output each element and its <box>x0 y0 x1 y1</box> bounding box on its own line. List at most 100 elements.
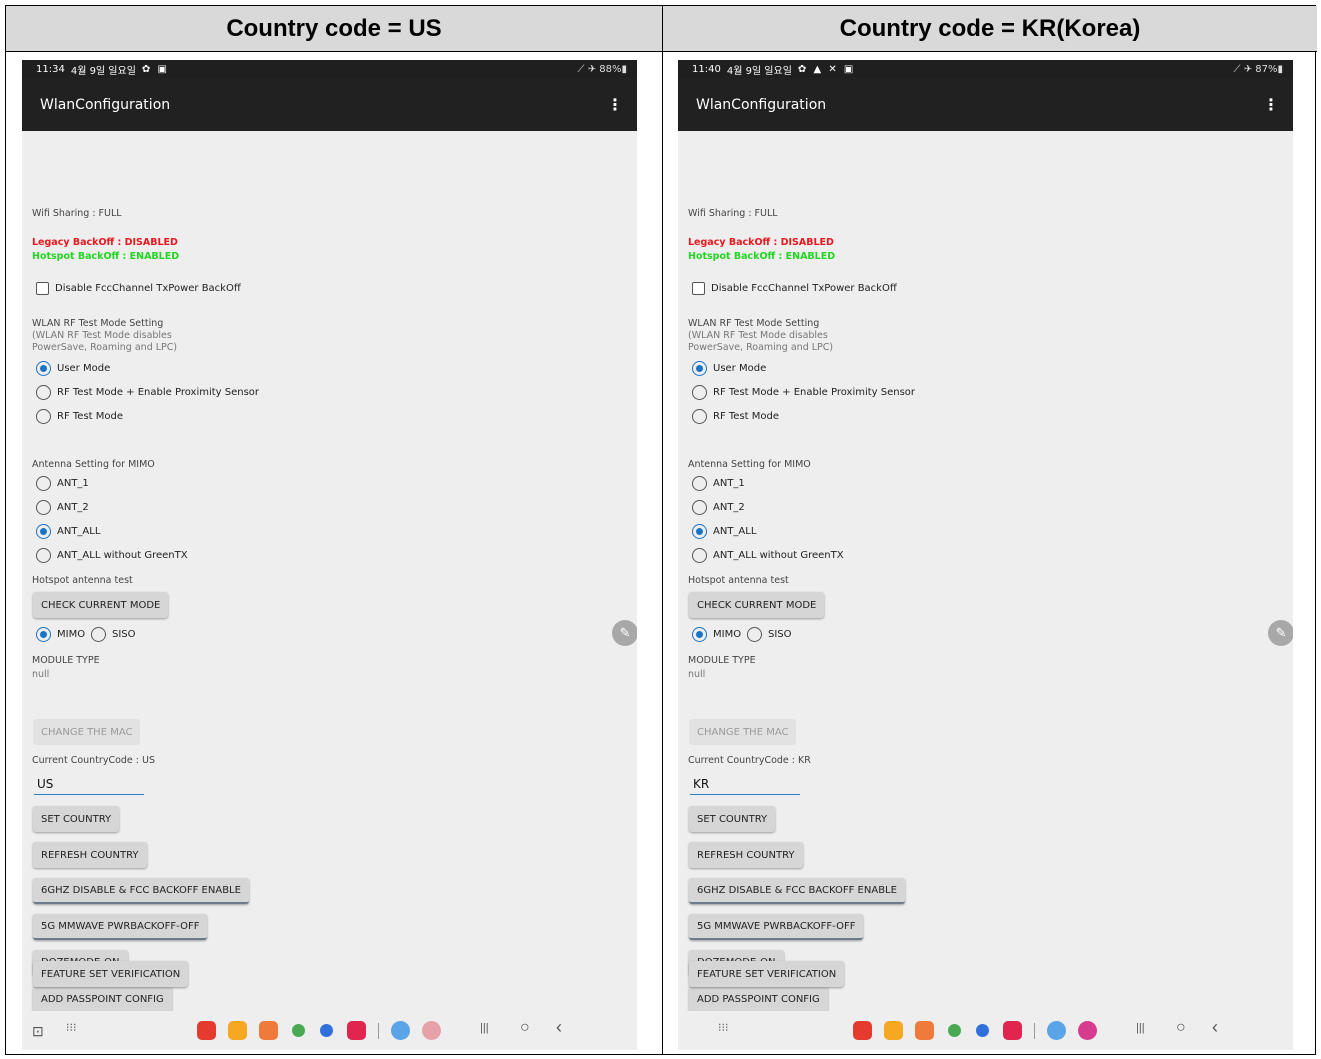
antenna-option-radio[interactable] <box>36 548 51 563</box>
antenna-option-label: ANT_ALL without GreenTX <box>713 550 844 561</box>
rf-option-0[interactable]: User Mode <box>692 361 766 376</box>
rf-option-0[interactable]: User Mode <box>36 361 110 376</box>
six-ghz-disable-button[interactable]: 6GHZ DISABLE & FCC BACKOFF ENABLE <box>33 878 249 904</box>
set-country-button[interactable]: SET COUNTRY <box>689 806 776 832</box>
chrome-icon[interactable] <box>292 1024 305 1037</box>
set-country-button[interactable]: SET COUNTRY <box>33 806 120 832</box>
rf-option-radio[interactable] <box>36 361 51 376</box>
app-icon-recent-1[interactable] <box>1047 1021 1066 1040</box>
refresh-country-button[interactable]: REFRESH COUNTRY <box>689 842 803 868</box>
disable-fcc-checkbox[interactable] <box>692 282 705 295</box>
antenna-option-2[interactable]: ANT_ALL <box>36 524 100 539</box>
siso-radio[interactable] <box>91 627 106 642</box>
antenna-option-radio[interactable] <box>692 500 707 515</box>
apps-grid-icon[interactable]: ⁝⁝⁝ <box>718 1021 729 1034</box>
antenna-option-2[interactable]: ANT_ALL <box>692 524 756 539</box>
mimo-radio[interactable] <box>692 627 707 642</box>
app-icon-contacts[interactable] <box>915 1021 934 1040</box>
country-code-input[interactable]: US <box>34 773 144 795</box>
status-time: 11:34 <box>36 63 65 75</box>
mimo-radio[interactable] <box>36 627 51 642</box>
refresh-country-button[interactable]: REFRESH COUNTRY <box>33 842 147 868</box>
app-icon-recent-2[interactable] <box>1078 1021 1097 1040</box>
antenna-option-radio[interactable] <box>36 524 51 539</box>
antenna-option-radio[interactable] <box>692 548 707 563</box>
mimo-option[interactable]: MIMO <box>692 627 741 642</box>
rf-option-1[interactable]: RF Test Mode + Enable Proximity Sensor <box>36 385 259 400</box>
antenna-option-0[interactable]: ANT_1 <box>36 476 89 491</box>
overflow-menu-icon[interactable]: ⋮ <box>1263 95 1279 114</box>
add-passpoint-button[interactable]: ADD PASSPOINT CONFIG <box>689 986 828 1012</box>
country-code-input[interactable]: KR <box>690 773 800 795</box>
rf-option-radio[interactable] <box>692 361 707 376</box>
rf-option-radio[interactable] <box>692 385 707 400</box>
app-icon-camera[interactable] <box>1003 1021 1022 1040</box>
status-date: 4월 9일 일요일 <box>726 65 792 77</box>
antenna-option-0[interactable]: ANT_1 <box>692 476 745 491</box>
app-icon-red[interactable] <box>197 1021 216 1040</box>
mmwave-backoff-button[interactable]: 5G MMWAVE PWRBACKOFF-OFF <box>689 914 864 940</box>
disable-fcc-checkbox-row[interactable]: Disable FccChannel TxPower BackOff <box>36 282 241 295</box>
rf-option-2[interactable]: RF Test Mode <box>36 409 123 424</box>
app-icon-folder[interactable] <box>228 1021 247 1040</box>
edit-icon[interactable]: ✎ <box>612 620 637 646</box>
rf-option-2[interactable]: RF Test Mode <box>692 409 779 424</box>
antenna-option-radio[interactable] <box>692 524 707 539</box>
app-icon-camera[interactable] <box>347 1021 366 1040</box>
antenna-option-3[interactable]: ANT_ALL without GreenTX <box>692 548 844 563</box>
status-bar: 11:34 4월 9일 일요일 ✿ ▣ ⟋ ✈ 88%▮ <box>22 60 637 78</box>
rf-option-1[interactable]: RF Test Mode + Enable Proximity Sensor <box>692 385 915 400</box>
app-icon-contacts[interactable] <box>259 1021 278 1040</box>
app-icon-recent-1[interactable] <box>391 1021 410 1040</box>
siso-option[interactable]: SISO <box>91 627 136 642</box>
navigation-bar: ⊡ ⁝⁝⁝ ||| ○ ‹ <box>22 1011 637 1050</box>
antenna-option-1[interactable]: ANT_2 <box>36 500 89 515</box>
messages-icon[interactable] <box>976 1024 989 1037</box>
siso-radio[interactable] <box>747 627 762 642</box>
antenna-option-radio[interactable] <box>36 500 51 515</box>
disable-fcc-checkbox-row[interactable]: Disable FccChannel TxPower BackOff <box>692 282 897 295</box>
back-icon[interactable]: ‹ <box>556 1017 562 1038</box>
change-mac-button[interactable]: CHANGE THE MAC <box>33 719 141 745</box>
wifi-sharing-status: Wifi Sharing : FULL <box>32 208 122 219</box>
messages-icon[interactable] <box>320 1024 333 1037</box>
recent-apps-icon[interactable]: ||| <box>1136 1022 1145 1034</box>
six-ghz-disable-button[interactable]: 6GHZ DISABLE & FCC BACKOFF ENABLE <box>689 878 905 904</box>
antenna-title: Antenna Setting for MIMO <box>688 459 811 470</box>
status-time: 11:40 <box>692 63 721 75</box>
antenna-option-1[interactable]: ANT_2 <box>692 500 745 515</box>
chrome-icon[interactable] <box>948 1024 961 1037</box>
home-icon[interactable]: ○ <box>1176 1019 1186 1037</box>
siso-option[interactable]: SISO <box>747 627 792 642</box>
antenna-title: Antenna Setting for MIMO <box>32 459 155 470</box>
apps-grid-icon[interactable]: ⁝⁝⁝ <box>66 1021 77 1034</box>
app-icon-red[interactable] <box>853 1021 872 1040</box>
rf-option-radio[interactable] <box>36 385 51 400</box>
mimo-label: MIMO <box>713 629 742 640</box>
mimo-option[interactable]: MIMO <box>36 627 85 642</box>
rf-option-radio[interactable] <box>692 409 707 424</box>
app-icon-folder[interactable] <box>884 1021 903 1040</box>
antenna-option-radio[interactable] <box>36 476 51 491</box>
rf-option-radio[interactable] <box>36 409 51 424</box>
add-passpoint-button[interactable]: ADD PASSPOINT CONFIG <box>33 986 172 1012</box>
battery-indicator: ⟋ ✈ 87%▮ <box>1233 63 1283 75</box>
check-current-mode-button[interactable]: CHECK CURRENT MODE <box>689 592 825 618</box>
antenna-option-3[interactable]: ANT_ALL without GreenTX <box>36 548 188 563</box>
disable-fcc-checkbox[interactable] <box>36 282 49 295</box>
recent-apps-icon[interactable]: ||| <box>480 1022 489 1034</box>
feature-set-verification-button[interactable]: FEATURE SET VERIFICATION <box>33 961 189 987</box>
edit-icon[interactable]: ✎ <box>1268 620 1293 646</box>
hotspot-backoff-status: Hotspot BackOff : ENABLED <box>32 251 180 262</box>
app-icon-recent-2[interactable] <box>422 1021 441 1040</box>
feature-set-verification-button[interactable]: FEATURE SET VERIFICATION <box>689 961 845 987</box>
home-icon[interactable]: ○ <box>520 1019 530 1037</box>
mmwave-backoff-button[interactable]: 5G MMWAVE PWRBACKOFF-OFF <box>33 914 208 940</box>
phone-screen-kr: 11:40 4월 9일 일요일 ✿ ▲ ✕ ▣ ⟋ ✈ 87%▮ WlanCon… <box>678 60 1293 1050</box>
antenna-option-radio[interactable] <box>692 476 707 491</box>
back-icon[interactable]: ‹ <box>1212 1017 1218 1038</box>
change-mac-button[interactable]: CHANGE THE MAC <box>689 719 797 745</box>
check-current-mode-button[interactable]: CHECK CURRENT MODE <box>33 592 169 618</box>
overflow-menu-icon[interactable]: ⋮ <box>607 95 623 114</box>
screenshot-icon[interactable]: ⊡ <box>32 1023 44 1040</box>
